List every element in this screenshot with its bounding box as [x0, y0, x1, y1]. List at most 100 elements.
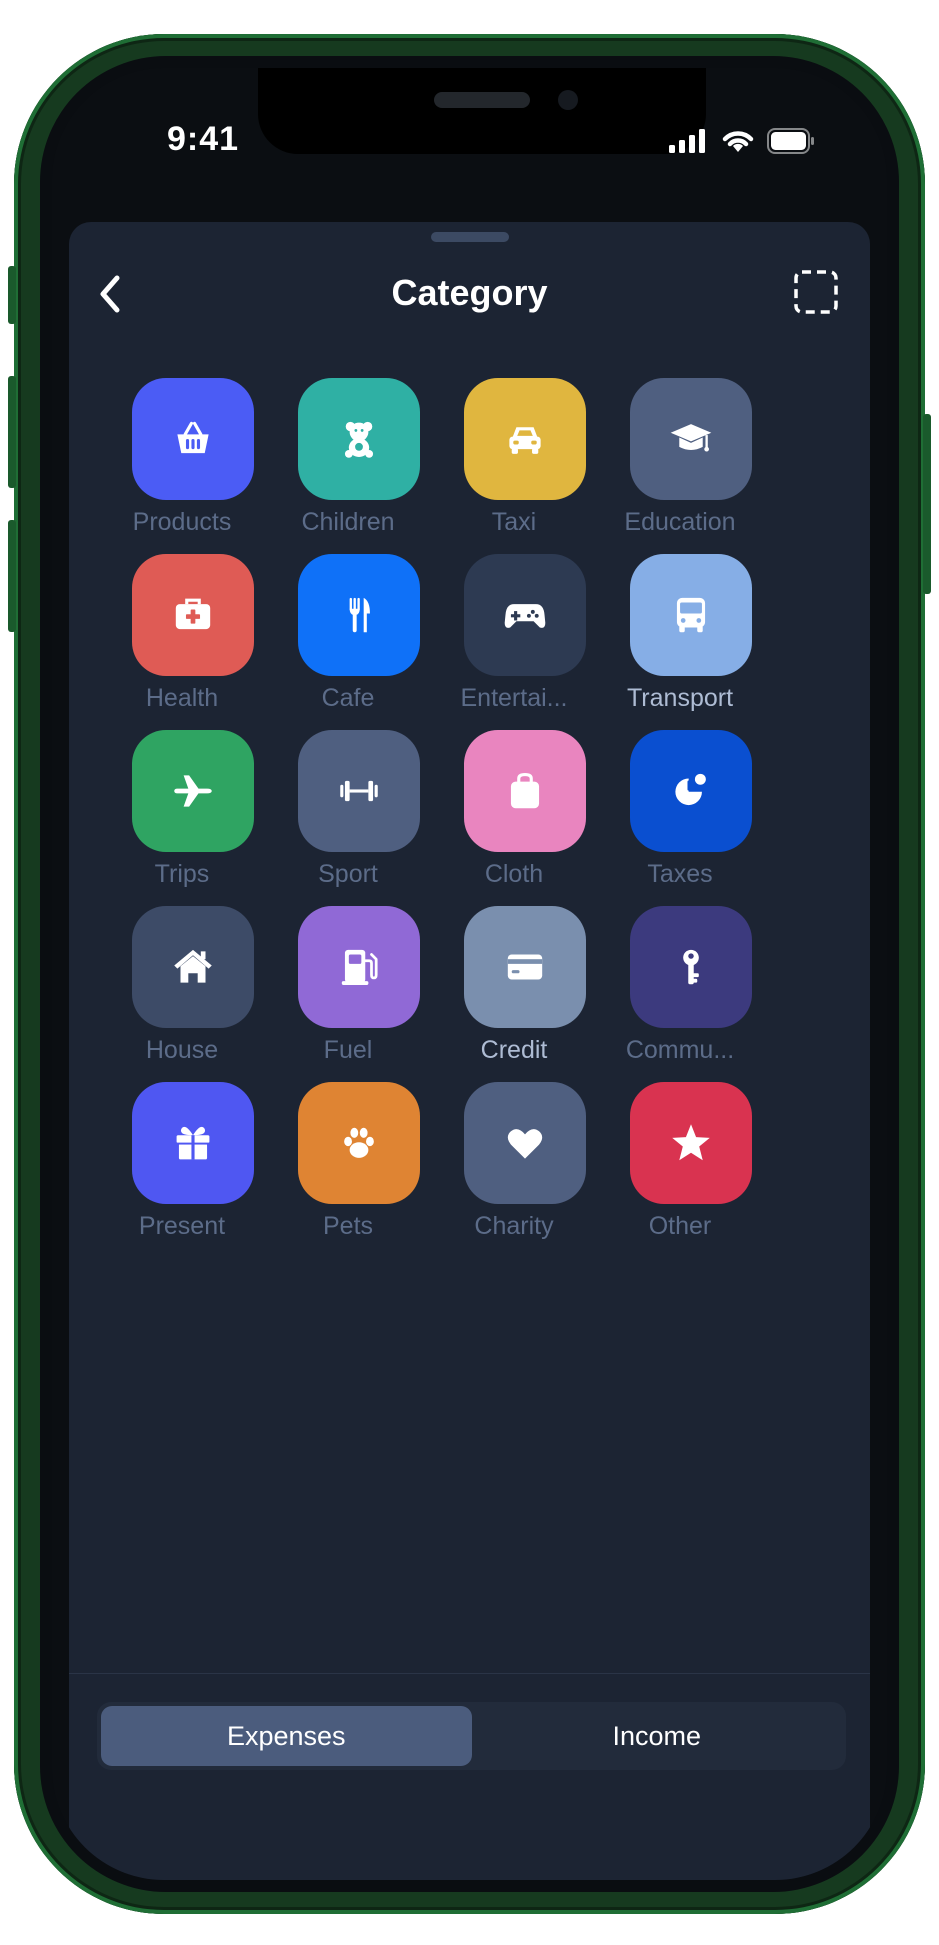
category-tile — [132, 378, 254, 500]
category-label: Commu... — [625, 1036, 735, 1064]
category-other[interactable]: Other — [605, 1082, 755, 1258]
category-cloth[interactable]: Cloth — [439, 730, 589, 906]
category-label: Taxi — [491, 508, 537, 536]
phone-bezel: 9:41 Category Products Children Taxi Edu… — [40, 56, 899, 1892]
category-children[interactable]: Children — [273, 378, 423, 554]
front-camera — [558, 90, 578, 110]
dumbbell-icon — [334, 766, 384, 816]
battery-icon — [767, 128, 815, 154]
category-tile — [630, 378, 752, 500]
category-house[interactable]: House — [107, 906, 257, 1082]
gamepad-icon — [500, 590, 550, 640]
category-tile — [630, 554, 752, 676]
category-label: Sport — [318, 860, 378, 888]
speaker-grille — [434, 92, 530, 108]
phone-frame: 9:41 Category Products Children Taxi Edu… — [8, 34, 931, 1914]
tab-expenses[interactable]: Expenses — [101, 1706, 472, 1766]
volume-up-button — [8, 376, 16, 488]
category-health[interactable]: Health — [107, 554, 257, 730]
category-label: Entertai... — [460, 684, 568, 712]
power-button — [923, 414, 931, 594]
category-label: Products — [132, 508, 232, 536]
category-tile — [298, 1082, 420, 1204]
category-label: Credit — [480, 1036, 548, 1064]
category-tile — [132, 1082, 254, 1204]
category-label: Cloth — [484, 860, 544, 888]
category-tile — [464, 1082, 586, 1204]
category-tile — [464, 554, 586, 676]
first-aid-kit-icon — [168, 590, 218, 640]
category-label: Children — [301, 508, 395, 536]
airplane-icon — [168, 766, 218, 816]
house-icon — [168, 942, 218, 992]
heart-icon — [500, 1118, 550, 1168]
category-tile — [630, 730, 752, 852]
category-label: Fuel — [323, 1036, 373, 1064]
category-commu[interactable]: Commu... — [605, 906, 755, 1082]
category-label: Present — [138, 1212, 226, 1240]
category-present[interactable]: Present — [107, 1082, 257, 1258]
category-trips[interactable]: Trips — [107, 730, 257, 906]
divider — [69, 1673, 870, 1674]
bus-icon — [666, 590, 716, 640]
car-icon — [500, 414, 550, 464]
sheet-grabber[interactable] — [430, 232, 509, 242]
fuel-pump-icon — [334, 942, 384, 992]
key-icon — [666, 942, 716, 992]
pie-chart-icon — [666, 766, 716, 816]
category-tile — [464, 378, 586, 500]
category-sport[interactable]: Sport — [273, 730, 423, 906]
category-tile — [298, 554, 420, 676]
category-education[interactable]: Education — [605, 378, 755, 554]
notch — [258, 68, 706, 154]
dashed-square-icon — [792, 268, 840, 316]
category-tile — [630, 1082, 752, 1204]
category-taxes[interactable]: Taxes — [605, 730, 755, 906]
select-button[interactable] — [792, 268, 840, 316]
category-label: Taxes — [647, 860, 713, 888]
category-tile — [464, 906, 586, 1028]
category-label: Education — [624, 508, 736, 536]
category-tile — [132, 554, 254, 676]
shopping-bag-icon — [500, 766, 550, 816]
phone-screen: 9:41 Category Products Children Taxi Edu… — [52, 68, 887, 1880]
cellular-signal-icon — [669, 129, 709, 153]
category-label: Charity — [474, 1212, 554, 1240]
category-credit[interactable]: Credit — [439, 906, 589, 1082]
credit-card-icon — [500, 942, 550, 992]
star-icon — [666, 1118, 716, 1168]
category-label: Pets — [322, 1212, 374, 1240]
volume-down-button — [8, 520, 16, 632]
category-taxi[interactable]: Taxi — [439, 378, 589, 554]
category-tile — [298, 730, 420, 852]
gift-icon — [168, 1118, 218, 1168]
category-tile — [464, 730, 586, 852]
tab-income[interactable]: Income — [472, 1706, 843, 1766]
graduation-cap-icon — [666, 414, 716, 464]
page-title: Category — [391, 272, 548, 313]
teddy-bear-icon — [334, 414, 384, 464]
status-icons — [669, 128, 815, 154]
category-sheet: Category Products Children Taxi Education He… — [69, 222, 870, 1880]
category-pets[interactable]: Pets — [273, 1082, 423, 1258]
category-entertai[interactable]: Entertai... — [439, 554, 589, 730]
category-tile — [132, 906, 254, 1028]
category-label: Trips — [154, 860, 210, 888]
category-tile — [132, 730, 254, 852]
category-tile — [298, 378, 420, 500]
category-tile — [630, 906, 752, 1028]
category-charity[interactable]: Charity — [439, 1082, 589, 1258]
category-fuel[interactable]: Fuel — [273, 906, 423, 1082]
type-switch: Expenses Income — [97, 1702, 846, 1770]
header: Category — [69, 260, 870, 340]
category-label: Transport — [626, 684, 734, 712]
category-label: Other — [648, 1212, 712, 1240]
category-transport[interactable]: Transport — [605, 554, 755, 730]
wifi-icon — [721, 128, 755, 154]
paw-icon — [334, 1118, 384, 1168]
mute-switch — [8, 266, 16, 324]
category-tile — [298, 906, 420, 1028]
category-label: House — [145, 1036, 219, 1064]
category-products[interactable]: Products — [107, 378, 257, 554]
category-cafe[interactable]: Cafe — [273, 554, 423, 730]
